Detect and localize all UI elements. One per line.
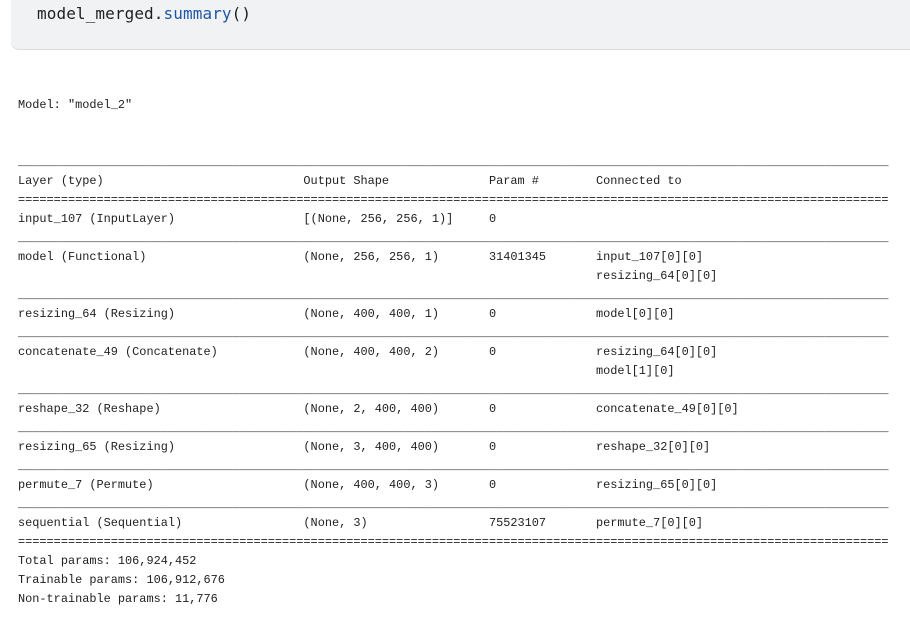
rule-top: ________________________________________…: [18, 155, 889, 169]
table-row: input_107 (InputLayer) [(None, 256, 256,…: [18, 212, 596, 226]
rule-row: ________________________________________…: [18, 421, 889, 435]
rule-row: ________________________________________…: [18, 231, 889, 245]
rule-row: ________________________________________…: [18, 383, 889, 397]
table-row: model (Functional) (None, 256, 256, 1) 3…: [18, 250, 704, 264]
rule-row: ________________________________________…: [18, 288, 889, 302]
code-dot: .: [153, 4, 164, 23]
rule-row: ________________________________________…: [18, 459, 889, 473]
table-row: sequential (Sequential) (None, 3) 755231…: [18, 516, 704, 530]
table-header: Layer (type) Output Shape Param # Connec…: [18, 174, 682, 188]
summary-table: ________________________________________…: [18, 153, 889, 609]
total-params: Total params: 106,924,452: [18, 554, 197, 568]
rule-double: ========================================…: [18, 193, 889, 207]
table-row: permute_7 (Permute) (None, 400, 400, 3) …: [18, 478, 718, 492]
code-input[interactable]: model_merged.summary(): [37, 3, 251, 25]
table-row: concatenate_49 (Concatenate) (None, 400,…: [18, 345, 718, 359]
code-object: model_merged: [37, 4, 154, 23]
model-title: Model: "model_2": [18, 98, 133, 112]
code-parens: (): [231, 4, 252, 23]
table-row-continuation: resizing_64[0][0]: [18, 269, 718, 283]
table-row: reshape_32 (Reshape) (None, 2, 400, 400)…: [18, 402, 739, 416]
code-cell[interactable]: model_merged.summary(): [11, 0, 910, 49]
trainable-params: Trainable params: 106,912,676: [18, 573, 225, 587]
table-row: resizing_65 (Resizing) (None, 3, 400, 40…: [18, 440, 711, 454]
non-trainable-params: Non-trainable params: 11,776: [18, 592, 218, 606]
code-method: summary: [163, 4, 232, 23]
table-row: resizing_64 (Resizing) (None, 400, 400, …: [18, 307, 675, 321]
rule-row: ________________________________________…: [18, 326, 889, 340]
rule-row: ________________________________________…: [18, 497, 889, 511]
table-row-continuation: model[1][0]: [18, 364, 675, 378]
